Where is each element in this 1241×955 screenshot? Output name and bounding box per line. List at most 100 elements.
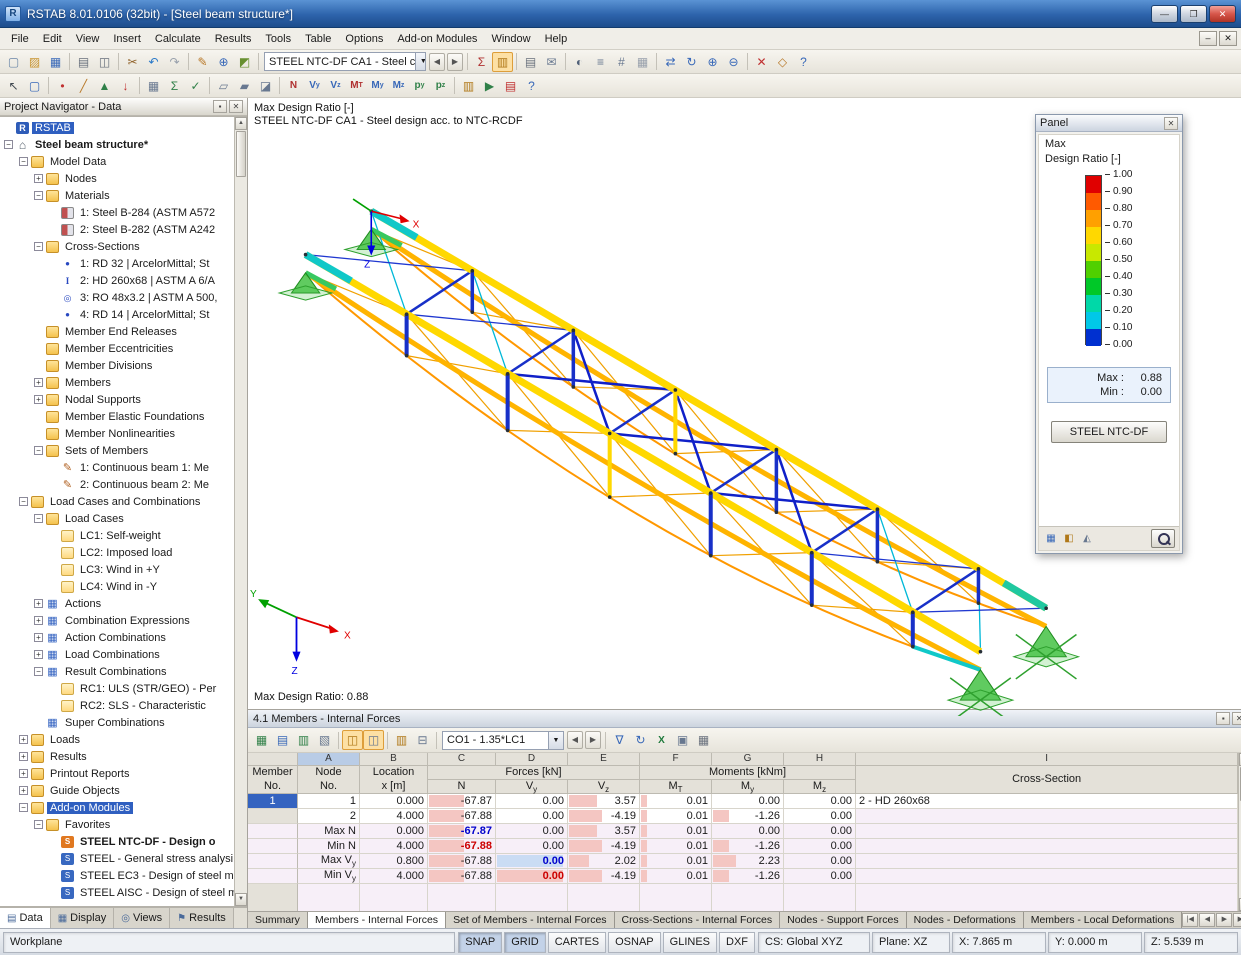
tree-expander-icon[interactable]: −	[34, 820, 43, 829]
table-cell[interactable]: 0.00	[496, 824, 568, 839]
column-letter-c[interactable]: C	[428, 753, 496, 765]
table-row[interactable]: 110.000-67.870.003.570.010.000.002 - HD …	[248, 794, 1238, 809]
result-mt-icon[interactable]: MT	[346, 76, 367, 96]
check-icon[interactable]: ✓	[185, 76, 206, 96]
result-vy-icon[interactable]: Vy	[304, 76, 325, 96]
sheet-tab-members-local-deformations[interactable]: Members - Local Deformations	[1024, 912, 1183, 928]
redo-icon[interactable]: ↷	[164, 52, 185, 72]
table-cell[interactable]: 0.01	[640, 839, 712, 854]
tree-expander-icon[interactable]: −	[34, 446, 43, 455]
tree-item-load-cases[interactable]: −Load Cases	[0, 510, 234, 527]
tree-item-loads[interactable]: +Loads	[0, 731, 234, 748]
table-cell[interactable]: -67.88	[428, 839, 496, 854]
table-cell[interactable]: 4.000	[360, 869, 428, 884]
next-tab-button[interactable]: ▶	[1216, 913, 1232, 927]
display-grid-icon[interactable]: ▦	[632, 52, 653, 72]
table-cell[interactable]: 0.00	[784, 809, 856, 824]
new-load-icon[interactable]: ↓	[115, 76, 136, 96]
view-help-icon[interactable]: ?	[521, 76, 542, 96]
new-icon[interactable]: ▢	[3, 52, 24, 72]
first-tab-button[interactable]: |◀	[1182, 913, 1198, 927]
tree-expander-icon[interactable]: +	[34, 395, 43, 404]
table-cell[interactable]: Min N	[298, 839, 360, 854]
panel-tab-limits-icon[interactable]: ◭	[1079, 531, 1095, 547]
excel-export-icon[interactable]: X	[651, 730, 672, 750]
tree-expander-icon[interactable]: +	[34, 650, 43, 659]
sheet-tab-members-internal-forces[interactable]: Members - Internal Forces	[308, 912, 446, 928]
tree-expander-icon[interactable]: +	[19, 769, 28, 778]
tree-item-1-steel-b-284-astm-a572[interactable]: 1: Steel B-284 (ASTM A572	[0, 204, 234, 221]
table-cell[interactable]: 0.000	[360, 794, 428, 809]
table-cell[interactable]: 4.000	[360, 809, 428, 824]
cut-icon[interactable]: ✂	[122, 52, 143, 72]
tree-expander-icon[interactable]: −	[19, 803, 28, 812]
tree-item-results[interactable]: +Results	[0, 748, 234, 765]
row-header[interactable]	[248, 839, 298, 854]
tree-expander-icon[interactable]: −	[4, 140, 13, 149]
tree-item-steel-ec3-design-of-steel-m[interactable]: STEEL EC3 - Design of steel m	[0, 867, 234, 884]
row-header[interactable]	[248, 809, 298, 824]
table-rows-icon[interactable]: ▤	[272, 730, 293, 750]
panel-toggle-icon[interactable]: ▥	[492, 52, 513, 72]
wireframe-icon[interactable]: ▱	[213, 76, 234, 96]
new-support-icon[interactable]: ▲	[94, 76, 115, 96]
table-cell[interactable]: 3.57	[568, 824, 640, 839]
last-tab-button[interactable]: ▶|	[1233, 913, 1241, 927]
isometric-view-icon[interactable]: ◇	[772, 52, 793, 72]
table-cell[interactable]	[856, 839, 1238, 854]
table-settings-icon[interactable]: ▦	[251, 730, 272, 750]
tree-expander-icon[interactable]: −	[34, 514, 43, 523]
table-cell[interactable]: -1.26	[712, 869, 784, 884]
sheet-tab-cross-sections-internal-forces[interactable]: Cross-Sections - Internal Forces	[615, 912, 781, 928]
table-cell[interactable]: -4.19	[568, 869, 640, 884]
edit-icon[interactable]: ✎	[192, 52, 213, 72]
table-cell[interactable]: 0.00	[784, 824, 856, 839]
units-icon[interactable]: ⊟	[412, 730, 433, 750]
table-cell[interactable]: 0.01	[640, 794, 712, 809]
result-mz-icon[interactable]: Mz	[388, 76, 409, 96]
table-cell[interactable]: 0.00	[712, 824, 784, 839]
tree-item-3-ro-48x3-2-astm-a-500[interactable]: 3: RO 48x3.2 | ASTM A 500,	[0, 289, 234, 306]
row-header[interactable]	[248, 824, 298, 839]
table-cell[interactable]	[856, 869, 1238, 884]
tree-item-rc1-uls-str-geo-per[interactable]: RC1: ULS (STR/GEO) - Per	[0, 680, 234, 697]
result-py-icon[interactable]: py	[409, 76, 430, 96]
colored-relation-icon[interactable]: ▥	[391, 730, 412, 750]
status-toggle-grid[interactable]: GRID	[504, 932, 546, 953]
sheet-tab-nodes-support-forces[interactable]: Nodes - Support Forces	[780, 912, 906, 928]
tree-item-action-combinations[interactable]: +Action Combinations	[0, 629, 234, 646]
menu-window[interactable]: Window	[484, 30, 537, 48]
render-icon[interactable]: ◩	[234, 52, 255, 72]
tree-expander-icon[interactable]: +	[34, 378, 43, 387]
table-cell[interactable]	[856, 824, 1238, 839]
table-cell[interactable]: Min Vy	[298, 869, 360, 884]
scroll-down-icon[interactable]: ▼	[235, 893, 247, 906]
next-case-button[interactable]: ▶	[447, 53, 463, 71]
navigator-tab-results[interactable]: ⚑Results	[170, 908, 234, 928]
table-cell[interactable]: -4.19	[568, 809, 640, 824]
result-n-icon[interactable]: N	[283, 76, 304, 96]
table-filter-icon[interactable]: ▥	[293, 730, 314, 750]
tree-item-lc1-self-weight[interactable]: LC1: Self-weight	[0, 527, 234, 544]
combo-dropdown-icon[interactable]: ▼	[548, 732, 563, 749]
tree-item-steel-general-stress-analysi[interactable]: STEEL - General stress analysi	[0, 850, 234, 867]
tree-item-steel-ntc-df-design-o[interactable]: STEEL NTC-DF - Design o	[0, 833, 234, 850]
table-cell[interactable]: 0.00	[496, 809, 568, 824]
prev-tab-button[interactable]: ◀	[1199, 913, 1215, 927]
row-header[interactable]	[248, 869, 298, 884]
tree-item-lc4-wind-in-y[interactable]: LC4: Wind in -Y	[0, 578, 234, 595]
solid-icon[interactable]: ▰	[234, 76, 255, 96]
tree-item-combination-expressions[interactable]: +Combination Expressions	[0, 612, 234, 629]
result-vz-icon[interactable]: Vz	[325, 76, 346, 96]
help-icon[interactable]: ?	[793, 52, 814, 72]
undo-icon[interactable]: ↶	[143, 52, 164, 72]
layers-icon[interactable]: ≡	[590, 52, 611, 72]
open-icon[interactable]: ▨	[24, 52, 45, 72]
mdi-close-button[interactable]: ✕	[1219, 31, 1237, 46]
column-letter-h[interactable]: H	[784, 753, 856, 765]
tree-item-printout-reports[interactable]: +Printout Reports	[0, 765, 234, 782]
menu-help[interactable]: Help	[538, 30, 575, 48]
menu-file[interactable]: File	[4, 30, 36, 48]
table-cell[interactable]	[856, 809, 1238, 824]
table-cell[interactable]: -67.88	[428, 809, 496, 824]
